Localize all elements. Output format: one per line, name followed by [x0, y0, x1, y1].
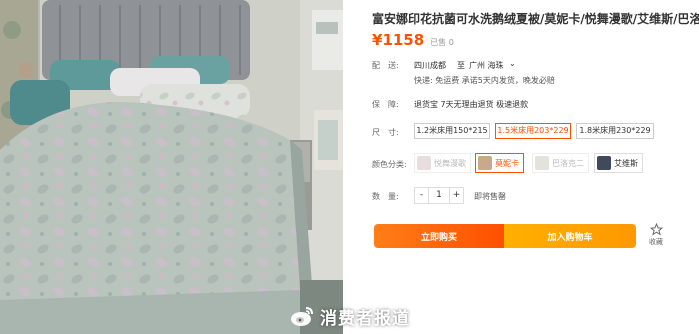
size-option-1-8m[interactable]: 1.8米床用230*229 — [576, 123, 654, 139]
quantity-minus-button[interactable]: - — [414, 187, 429, 204]
color-option-label: 巴洛克二 — [552, 158, 584, 168]
currency-symbol: ¥ — [372, 31, 383, 49]
sold-count: 已售 0 — [430, 38, 454, 47]
stock-status: 即将售罄 — [474, 192, 506, 201]
buy-now-button[interactable]: 立即购买 — [374, 224, 504, 248]
bed-photo-illustration — [0, 0, 343, 334]
color-option-monika[interactable]: 莫妮卡 — [475, 153, 524, 173]
delivery-destination[interactable]: 广州 海珠 — [469, 60, 504, 71]
delivery-origin: 四川成都 — [414, 61, 446, 70]
color-option-yuewu[interactable]: 悦舞漫歌 — [414, 153, 471, 173]
chevron-down-icon[interactable]: ⌄ — [509, 59, 516, 68]
quantity-plus-button[interactable]: + — [449, 187, 464, 204]
size-option-1-5m[interactable]: 1.5米床用203*229 — [495, 123, 571, 139]
color-swatch — [478, 156, 492, 170]
product-title: 富安娜印花抗菌可水洗鹅绒夏被/莫妮卡/悦舞漫歌/艾维斯/巴洛克二 — [372, 12, 699, 26]
guarantee-label: 保 障: — [372, 100, 399, 109]
weibo-logo — [291, 307, 313, 326]
delivery-note: 快递: 免运费 承诺5天内发货，晚发必赔 — [414, 76, 555, 85]
color-swatch — [417, 156, 431, 170]
quantity-label: 数 量: — [372, 192, 399, 201]
delivery-label: 配 送: — [372, 61, 399, 70]
product-info-panel: 富安娜印花抗菌可水洗鹅绒夏被/莫妮卡/悦舞漫歌/艾维斯/巴洛克二 ¥1158 已… — [362, 0, 699, 334]
price-row: ¥1158 已售 0 — [372, 31, 454, 51]
color-option-label: 悦舞漫歌 — [434, 158, 466, 168]
favorite-label: 收藏 — [649, 238, 663, 246]
color-option-label: 莫妮卡 — [495, 158, 519, 168]
guarantee-text: 退货宝 7天无理由退货 极速退款 — [414, 100, 529, 109]
color-swatch — [597, 156, 611, 170]
product-photo — [0, 0, 343, 334]
size-label: 尺 寸: — [372, 128, 399, 137]
color-option-baroque[interactable]: 巴洛克二 — [532, 153, 589, 173]
add-to-cart-button[interactable]: 加入购物车 — [504, 224, 636, 248]
favorite-button[interactable]: 收藏 — [646, 223, 666, 251]
color-option-aiweisi[interactable]: 艾维斯 — [594, 153, 643, 173]
color-label: 颜色分类: — [372, 160, 407, 169]
price-value: 1158 — [382, 31, 425, 49]
delivery-to: 至 — [457, 61, 465, 70]
price: ¥1158 — [372, 31, 424, 49]
size-option-1-2m[interactable]: 1.2米床用150*215 — [414, 123, 490, 139]
star-icon — [649, 223, 663, 236]
quantity-stepper: - 1 + — [414, 187, 464, 204]
color-swatch — [535, 156, 549, 170]
color-option-label: 艾维斯 — [614, 158, 638, 168]
quantity-input[interactable]: 1 — [429, 187, 449, 204]
